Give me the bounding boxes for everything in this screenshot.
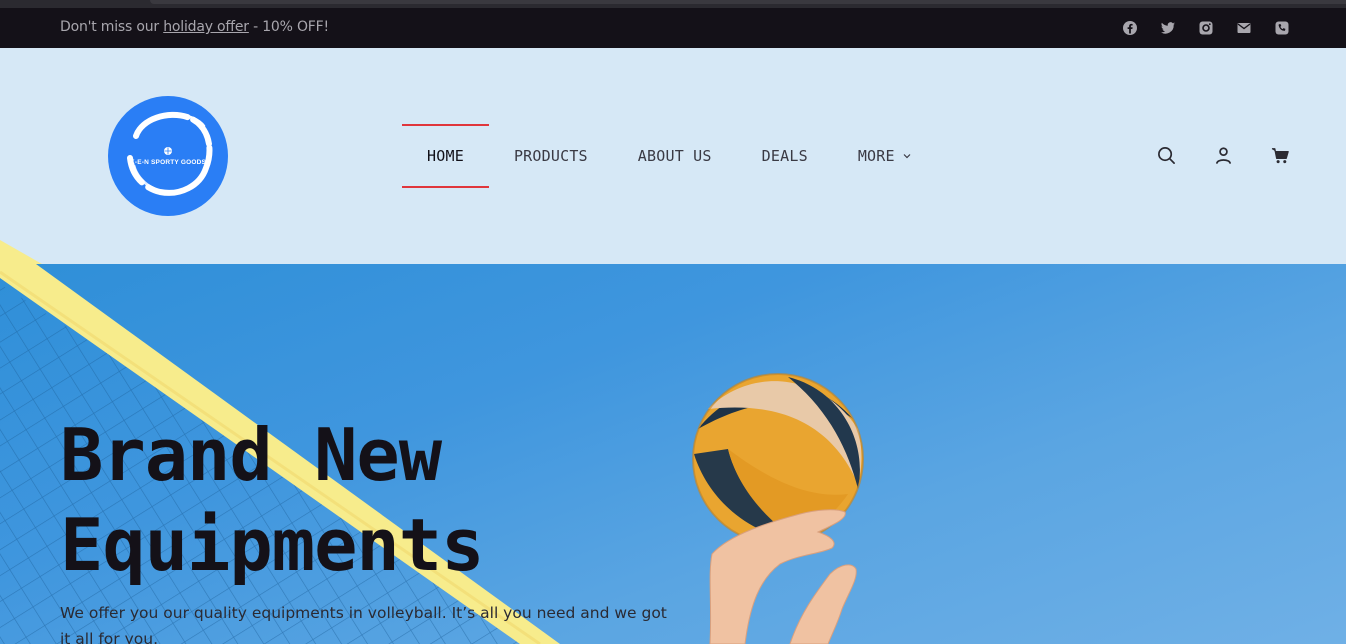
net-band-overlap xyxy=(0,240,42,264)
browser-bar xyxy=(150,0,1346,4)
hero-title-line1: Brand New xyxy=(60,413,442,497)
holiday-offer-link[interactable]: holiday offer xyxy=(163,19,249,35)
chevron-down-icon xyxy=(903,154,911,159)
nav-item-home[interactable]: HOME xyxy=(402,124,489,188)
nav-item-deals[interactable]: DEALS xyxy=(737,124,833,188)
logo-brush-ring-icon xyxy=(127,111,213,196)
facebook-icon[interactable] xyxy=(1122,20,1138,36)
promo-text: Don't miss our holiday offer - 10% OFF! xyxy=(60,19,329,35)
promo-bar: Don't miss our holiday offer - 10% OFF! xyxy=(0,8,1346,48)
email-icon[interactable] xyxy=(1236,20,1252,36)
twitter-icon[interactable] xyxy=(1160,20,1176,36)
nav-item-products[interactable]: PRODUCTS xyxy=(489,124,613,188)
social-links xyxy=(1122,20,1290,36)
browser-top-strip xyxy=(0,0,1346,8)
promo-suffix: - 10% OFF! xyxy=(248,19,329,35)
promo-prefix: Don't miss our xyxy=(60,19,164,35)
instagram-icon[interactable] xyxy=(1198,20,1214,36)
cart-icon[interactable] xyxy=(1271,146,1290,165)
logo-text: K-E-N SPORTY GOODS xyxy=(129,158,207,166)
nav-item-more-label: MORE xyxy=(857,147,895,165)
nav-item-about-us[interactable]: ABOUT US xyxy=(613,124,737,188)
phone-icon[interactable] xyxy=(1274,20,1290,36)
site-logo[interactable]: K-E-N SPORTY GOODS xyxy=(108,96,228,216)
user-icon[interactable] xyxy=(1214,146,1233,165)
hero-title: Brand New Equipments xyxy=(60,410,580,590)
hero-subtitle: We offer you our quality equipments in v… xyxy=(60,604,667,644)
main-nav: HOME PRODUCTS ABOUT US DEALS MORE xyxy=(402,124,936,188)
hero-title-line2: Equipments xyxy=(60,503,484,587)
site-header: K-E-N SPORTY GOODS HOME PRODUCTS ABOUT U… xyxy=(0,48,1346,264)
header-actions xyxy=(1157,146,1290,165)
hero-banner: Brand New Equipments We offer you our qu… xyxy=(0,264,1346,644)
search-icon[interactable] xyxy=(1157,146,1176,165)
nav-item-more[interactable]: MORE xyxy=(833,124,936,188)
